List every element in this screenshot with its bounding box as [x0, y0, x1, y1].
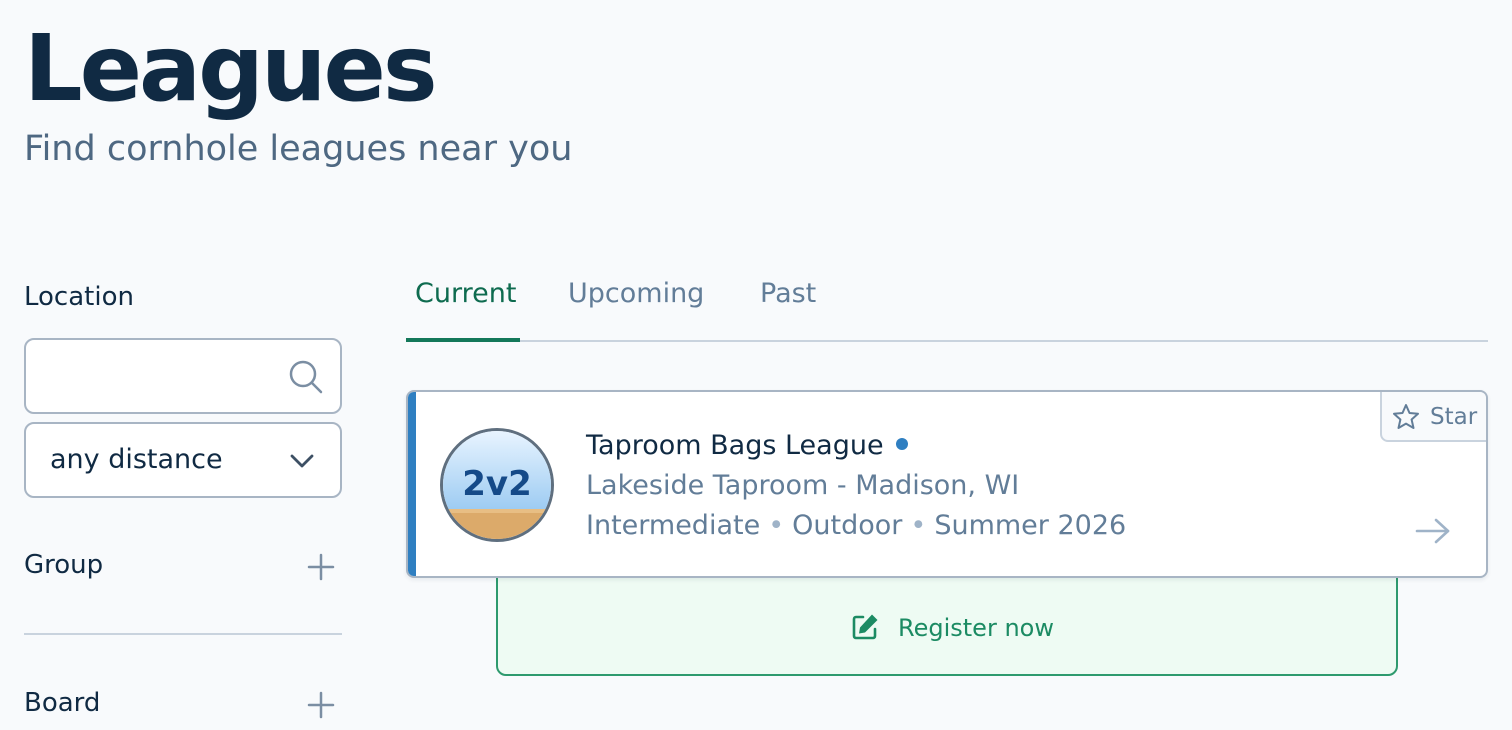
card-accent-bar — [408, 392, 416, 576]
page-title: Leagues — [24, 15, 438, 122]
tab-current[interactable]: Current — [415, 278, 516, 309]
distance-select-value: any distance — [50, 444, 223, 475]
tab-upcoming[interactable]: Upcoming — [568, 278, 704, 309]
status-dot — [895, 438, 908, 450]
league-avatar: 2v2 — [440, 428, 554, 542]
league-season: Summer 2026 — [934, 510, 1127, 541]
location-search-box[interactable] — [24, 338, 342, 414]
active-tab-indicator — [406, 338, 520, 342]
board-filter-label[interactable]: Board — [24, 688, 100, 718]
league-venue: Lakeside Taproom - Madison, WI — [586, 470, 1020, 501]
league-level: Intermediate — [586, 510, 761, 541]
search-icon[interactable] — [288, 359, 324, 395]
tab-past[interactable]: Past — [760, 278, 816, 309]
league-name: Taproom Bags League — [586, 430, 908, 461]
arrow-right-icon[interactable] — [1414, 516, 1452, 546]
sidebar-divider — [24, 633, 342, 635]
location-search-input[interactable] — [40, 340, 290, 410]
star-button[interactable]: Star — [1380, 392, 1486, 442]
location-label: Location — [24, 282, 134, 312]
league-card[interactable]: 2v2 Taproom Bags League Lakeside Taproom… — [406, 390, 1488, 578]
league-tabs: Current Upcoming Past — [406, 262, 1488, 342]
page-subtitle: Find cornhole leagues near you — [24, 129, 573, 169]
avatar-text: 2v2 — [462, 464, 531, 504]
league-setting: Outdoor — [792, 510, 903, 541]
league-meta: Intermediate • Outdoor • Summer 2026 — [586, 510, 1127, 541]
edit-icon — [852, 614, 878, 640]
star-icon — [1393, 404, 1419, 429]
star-label: Star — [1430, 404, 1478, 430]
distance-select[interactable]: any distance — [24, 422, 342, 498]
plus-icon[interactable] — [306, 552, 336, 582]
chevron-down-icon — [290, 454, 314, 468]
plus-icon[interactable] — [306, 690, 336, 720]
group-filter-label[interactable]: Group — [24, 550, 103, 580]
register-button-label: Register now — [898, 614, 1054, 642]
